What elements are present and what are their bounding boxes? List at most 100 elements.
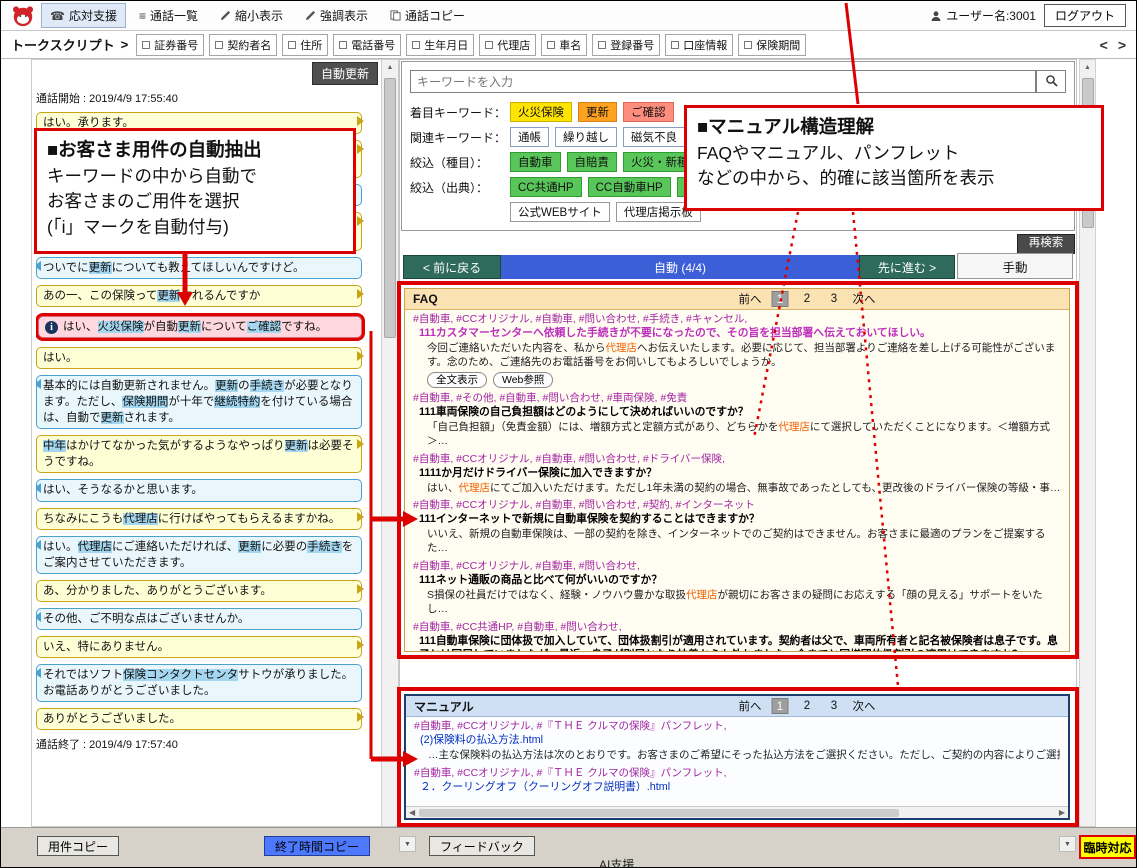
faq-tags: #自動車, #CCオリジナル, #自動車, #問い合わせ, [413, 559, 1061, 573]
topbar-item-3[interactable]: 縮小表示 [211, 3, 292, 28]
scroll-up-icon[interactable]: ▲ [382, 60, 398, 71]
script-chip[interactable]: 証券番号 [136, 34, 204, 56]
annotation-line: などの中から、的確に該当箇所を表示 [697, 166, 1091, 191]
checkbox-icon [598, 41, 606, 49]
keyword-tag[interactable]: 磁気不良 [623, 127, 685, 147]
chat-message[interactable]: 基本的には自動更新されません。更新の手続きが必要となります。ただし、保険期間が十… [36, 375, 362, 429]
keyword-tag[interactable]: CC共通HP [510, 177, 582, 197]
transcript-scrollbar[interactable]: ▲ [381, 60, 398, 826]
scroll-down-icon[interactable]: ▼ [1059, 836, 1076, 852]
script-chip[interactable]: 電話番号 [333, 34, 401, 56]
chat-message[interactable]: はい。 [36, 347, 362, 369]
faq-action-button[interactable]: 全文表示 [427, 372, 487, 388]
manual-link[interactable]: (2)保険料の払込方法.html [414, 733, 1060, 748]
faq-tags: #自動車, #CC共通HP, #自動車, #問い合わせ, [413, 620, 1061, 634]
faq-question[interactable]: 1111か月だけドライバー保険に加入できますか？ [413, 466, 1061, 481]
topbar-item-2[interactable]: ≡通話一覧 [130, 3, 207, 28]
scriptbar-next-icon[interactable]: > [1118, 37, 1126, 53]
chat-message-highlighted[interactable]: iはい、火災保険が自動更新についてご確認ですね。 [38, 316, 362, 338]
keyword-tag[interactable]: 通帳 [510, 127, 549, 147]
script-chip[interactable]: 住所 [282, 34, 328, 56]
chat-message[interactable]: あ、分かりました、ありがとうございます。 [36, 580, 362, 602]
feedback-button[interactable]: フィードバック [429, 836, 535, 856]
scroll-down-icon[interactable]: ▼ [399, 836, 416, 852]
pager-page[interactable]: 3 [826, 291, 843, 307]
search-button[interactable] [1036, 70, 1066, 93]
script-chip[interactable]: 生年月日 [406, 34, 474, 56]
script-chip[interactable]: 保険期間 [738, 34, 806, 56]
pager-page[interactable]: 2 [799, 291, 816, 307]
faq-question[interactable]: 111ネット通販の商品と比べて何がいいのですか？ [413, 573, 1061, 588]
list-icon: ≡ [139, 9, 146, 23]
chat-message[interactable]: ありがとうございました。 [36, 708, 362, 730]
copy-endtime-button[interactable]: 終了時間コピー [264, 836, 370, 856]
chat-message[interactable]: はい、そうなるかと思います。 [36, 479, 362, 501]
chat-message[interactable]: はい。代理店にご連絡いただければ、更新に必要の手続きをご案内させていただきます。 [36, 536, 362, 574]
chat-message[interactable]: ちなみにこうも代理店に行けばやってもらえるますかね。 [36, 508, 362, 530]
keyword-tag[interactable]: 自賠責 [567, 152, 618, 172]
tab-manual[interactable]: 手動 [957, 253, 1073, 279]
scrollbar-thumb[interactable] [384, 78, 396, 338]
faq-answer: いいえ、新規の自動車保険は、一部の契約を除き、インターネットでのご契約はできませ… [413, 527, 1061, 556]
faq-question[interactable]: 111インターネットで新規に自動車保険を契約することはできますか？ [413, 512, 1061, 527]
pager-next[interactable]: 次へ [853, 291, 876, 307]
faq-question[interactable]: 111自動車保険に団体扱で加入していて、団体扱割引が適用されています。契約者は父… [413, 634, 1061, 651]
scriptbar-prev-icon[interactable]: < [1100, 37, 1108, 53]
keyword-tag[interactable]: 自動車 [510, 152, 561, 172]
scriptbar-nav: < > [1100, 37, 1126, 53]
keyword-tag[interactable]: 火災保険 [510, 102, 572, 122]
manual-hscrollbar[interactable]: ◀ ▶ [406, 806, 1068, 818]
user-info: ユーザー名:3001 [930, 7, 1036, 24]
hscrollbar-thumb[interactable] [419, 809, 899, 817]
faq-question[interactable]: 111車両保険の自己負担額はどのようにして決めればいいのですか？ [413, 405, 1061, 420]
chat-message[interactable]: ついでに更新についても教えてほしいんですけど。 [36, 257, 362, 279]
manual-link[interactable]: ２．クーリングオフ（クーリングオフ説明書）.html [414, 780, 1060, 795]
annotation-right-note: ■マニュアル構造理解FAQやマニュアル、パンフレットなどの中から、的確に該当箇所… [684, 105, 1104, 211]
auto-update-button[interactable]: 自動更新 [312, 62, 378, 85]
keyword-input[interactable] [410, 70, 1036, 93]
scroll-up-icon[interactable]: ▲ [1080, 60, 1095, 71]
chat-message[interactable]: 中年はかけてなかった気がするようなやっぱり更新は必要そうですね。 [36, 435, 362, 473]
call-timestamp: 通話終了 : 2019/4/9 17:57:40 [36, 736, 370, 752]
script-chip[interactable]: 登録番号 [592, 34, 660, 56]
faq-panel: FAQ 前へ123次へ #自動車, #CCオリジナル, #自動車, #問い合わせ… [404, 288, 1070, 652]
pager-prev[interactable]: 前へ [739, 698, 762, 714]
script-chip[interactable]: 口座情報 [665, 34, 733, 56]
pager-page[interactable]: 2 [799, 698, 816, 714]
faq-question[interactable]: 111カスタマーセンターへ依頼した手続きが不要になったので、その旨を担当部署へ伝… [413, 326, 1061, 341]
keyword-tag[interactable]: 公式WEBサイト [510, 202, 610, 222]
forward-button[interactable]: 先に進む > [859, 255, 955, 279]
scroll-right-icon[interactable]: ▶ [1059, 808, 1065, 817]
faq-entry: #自動車, #CCオリジナル, #自動車, #問い合わせ, #手続き, #キャン… [413, 312, 1061, 388]
chat-message[interactable]: いえ、特にありません。 [36, 636, 362, 658]
topbar-item-label: 通話コピー [405, 7, 465, 24]
faq-action-button[interactable]: Web参照 [493, 372, 553, 388]
copy-matter-button[interactable]: 用件コピー [37, 836, 119, 856]
research-button[interactable]: 再検索 [1017, 234, 1075, 254]
pager-next[interactable]: 次へ [853, 698, 876, 714]
topbar-item-4[interactable]: 強調表示 [296, 3, 377, 28]
logout-button[interactable]: ログアウト [1044, 4, 1126, 27]
script-chip[interactable]: 車名 [541, 34, 587, 56]
pager-page[interactable]: 3 [826, 698, 843, 714]
chat-message[interactable]: それではソフト保険コンタクトセンタサトウが承りました。お電話ありがとうございまし… [36, 664, 362, 702]
pager-prev[interactable]: 前へ [739, 291, 762, 307]
checkbox-icon [547, 41, 555, 49]
chat-message[interactable]: あの一、この保険って更新されるんですか [36, 285, 362, 307]
script-chip[interactable]: 契約者名 [209, 34, 277, 56]
pager-page[interactable]: 1 [772, 698, 789, 714]
back-button[interactable]: < 前に戻る [403, 255, 501, 279]
topbar-item-5[interactable]: 通話コピー [381, 3, 474, 28]
keyword-tag[interactable]: 更新 [578, 102, 617, 122]
adhoc-response-button[interactable]: 臨時対応 [1079, 835, 1136, 859]
keyword-tag[interactable]: 繰り越し [555, 127, 617, 147]
topbar-item-1[interactable]: ☎応対支援 [41, 3, 126, 28]
script-chip[interactable]: 代理店 [479, 34, 536, 56]
user-icon [930, 10, 942, 22]
tab-auto[interactable]: 自動 (4/4) [501, 255, 859, 279]
chat-message[interactable]: その他、ご不明な点はございませんか。 [36, 608, 362, 630]
pager-page[interactable]: 1 [772, 291, 789, 307]
keyword-tag[interactable]: CC自動車HP [588, 177, 671, 197]
keyword-tag[interactable]: ご確認 [623, 102, 674, 122]
scroll-left-icon[interactable]: ◀ [409, 808, 415, 817]
